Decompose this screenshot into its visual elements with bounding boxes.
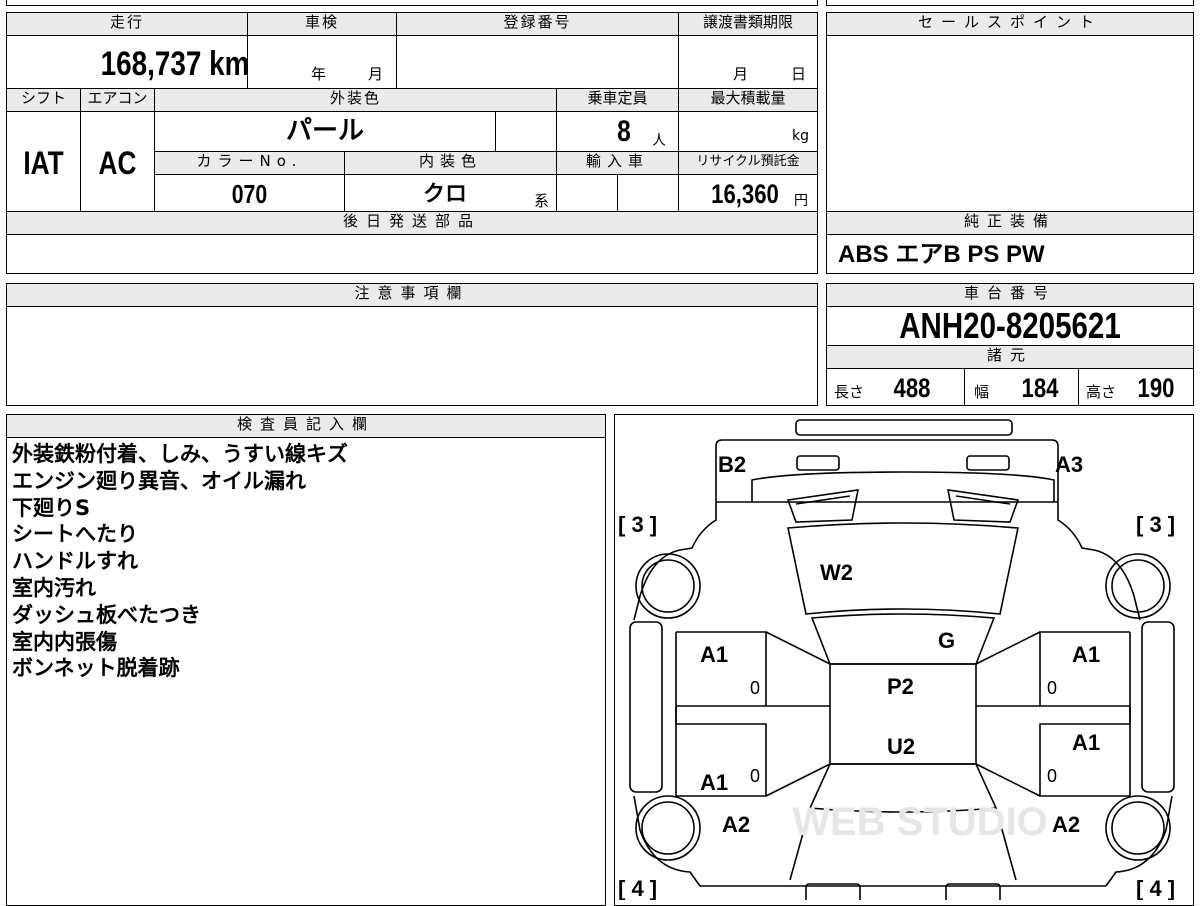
top-right-cut-strip: [826, 0, 1194, 6]
spec-height-label: 高さ: [1086, 383, 1117, 401]
interior-color-value: クロ: [422, 182, 467, 207]
header-max-load: 最大積載量: [678, 88, 818, 112]
label-a2-right: A2: [1052, 812, 1080, 837]
headlight-left: [786, 489, 860, 523]
header-caution: 注意事項欄: [6, 283, 818, 307]
hood-top-line: [751, 471, 1055, 502]
sales-point-box: [826, 12, 1194, 212]
wheel-front-right: [1105, 553, 1171, 619]
zero-mark: 0: [750, 678, 760, 698]
tire-depth-rear-left: [ 4 ]: [618, 876, 657, 900]
spec-height-value: 190: [1137, 373, 1175, 403]
chassis-value: ANH20-8205621: [899, 305, 1121, 346]
deadline-month: 月: [733, 65, 749, 83]
deadline-day: 日: [791, 65, 807, 83]
label-a3: A3: [1055, 452, 1083, 477]
spec-length-value: 488: [893, 373, 931, 403]
inspector-note: 室内内張傷: [12, 629, 117, 654]
label-a1-rear-left: A1: [700, 770, 728, 795]
header-genuine-equipment: 純正装備: [826, 211, 1194, 235]
right-side-skirt: [1141, 621, 1175, 793]
header-chassis: 車台番号: [826, 283, 1194, 307]
recycle-fee-unit: 円: [794, 193, 808, 209]
color-no-value: 070: [231, 179, 268, 209]
max-load-unit: kg: [792, 128, 809, 144]
label-u2: U2: [887, 734, 915, 759]
header-registration: 登録番号: [396, 12, 679, 36]
label-a2-left: A2: [722, 812, 750, 837]
header-import: 輸入車: [556, 151, 679, 175]
import-cell-right: [617, 174, 679, 212]
label-b2: B2: [718, 452, 746, 477]
capacity-unit: 人: [652, 133, 666, 149]
wheel-front-left: [635, 553, 701, 619]
label-w2: W2: [820, 560, 853, 585]
label-g: G: [938, 628, 955, 653]
inspector-note: ハンドルすれ: [12, 549, 138, 574]
header-exterior-color: 外装色: [154, 88, 557, 112]
inspector-note: 室内汚れ: [12, 575, 96, 600]
header-shift: シフト: [6, 88, 81, 112]
aircon-value: AC: [98, 145, 137, 181]
tire-depth-rear-right: [ 4 ]: [1136, 876, 1175, 900]
inspection-year: 年: [311, 65, 327, 83]
import-cell-left: [556, 174, 618, 212]
header-inspector: 検査員記入欄: [6, 414, 606, 438]
headlight-right: [946, 489, 1020, 523]
top-cut-strip: [6, 0, 818, 6]
left-side-skirt: [629, 621, 663, 793]
header-inspection: 車検: [247, 12, 397, 36]
mileage-value: 168,737 km: [100, 45, 250, 83]
header-mileage: 走行: [6, 12, 248, 36]
zero-mark: 0: [1047, 766, 1057, 786]
spec-width-label: 幅: [974, 383, 990, 401]
car-diagram: WEB STUDIO B2 A3 W2 G A1 A1 P2 U2 A1 A1 …: [618, 419, 1175, 900]
header-color-no: カラーNo.: [154, 151, 345, 175]
exterior-color-extra-cell: [495, 111, 557, 152]
front-lamp-left: [796, 455, 840, 471]
tire-depth-front-left: [ 3 ]: [618, 512, 657, 537]
tire-depth-front-right: [ 3 ]: [1136, 512, 1175, 537]
spec-width-value: 184: [1021, 373, 1059, 403]
inspector-note: シートへたり: [12, 522, 138, 547]
zero-mark: 0: [1047, 678, 1057, 698]
front-glass-lower: [810, 613, 996, 665]
inspector-note: 下廻りS: [12, 495, 91, 520]
front-bumper-outline: [715, 439, 1059, 503]
diagram-watermark: WEB STUDIO: [792, 800, 1048, 844]
header-later-parts: 後日発送部品: [6, 211, 818, 235]
header-sales-point: セールスポイント: [826, 12, 1194, 36]
inspection-month: 月: [368, 65, 384, 83]
label-a1-rear-right: A1: [1072, 730, 1100, 755]
inspector-note: エンジン廻り異音、オイル漏れ: [12, 468, 306, 493]
registration-cell: [396, 35, 679, 89]
inspector-note: ボンネット脱着跡: [12, 656, 180, 681]
inspector-notes: 外装鉄粉付着、しみ、うすい線キズ エンジン廻り異音、オイル漏れ 下廻りS シート…: [12, 441, 602, 682]
wheel-rear-left: [635, 795, 701, 861]
capacity-value: 8: [617, 115, 631, 148]
header-specs: 諸元: [826, 345, 1194, 369]
inspector-note: 外装鉄粉付着、しみ、うすい線キズ: [12, 442, 348, 466]
wheel-rear-right: [1105, 795, 1171, 861]
header-capacity: 乗車定員: [556, 88, 679, 112]
label-a1-front-left: A1: [700, 642, 728, 667]
label-a1-front-right: A1: [1072, 642, 1100, 667]
shift-value: IAT: [23, 145, 64, 181]
zero-mark: 0: [750, 766, 760, 786]
recycle-fee-value: 16,360: [711, 179, 779, 209]
header-aircon: エアコン: [80, 88, 155, 112]
header-interior-color: 内装色: [344, 151, 557, 175]
right-front-fender: [1057, 502, 1141, 621]
spec-length-label: 長さ: [834, 383, 865, 401]
genuine-equipment-value: ABS エアB PS PW: [838, 241, 1045, 268]
exterior-color-value: パール: [285, 116, 364, 146]
header-recycle-fee: リサイクル預託金: [678, 151, 818, 175]
interior-color-suffix: 系: [534, 192, 550, 210]
header-transfer-deadline: 譲渡書類期限: [678, 12, 818, 36]
inspector-note: ダッシュ板べたつき: [12, 602, 201, 627]
roof-spoiler-outline: [795, 419, 1013, 436]
label-p2: P2: [887, 674, 914, 699]
front-lamp-right: [966, 455, 1010, 471]
